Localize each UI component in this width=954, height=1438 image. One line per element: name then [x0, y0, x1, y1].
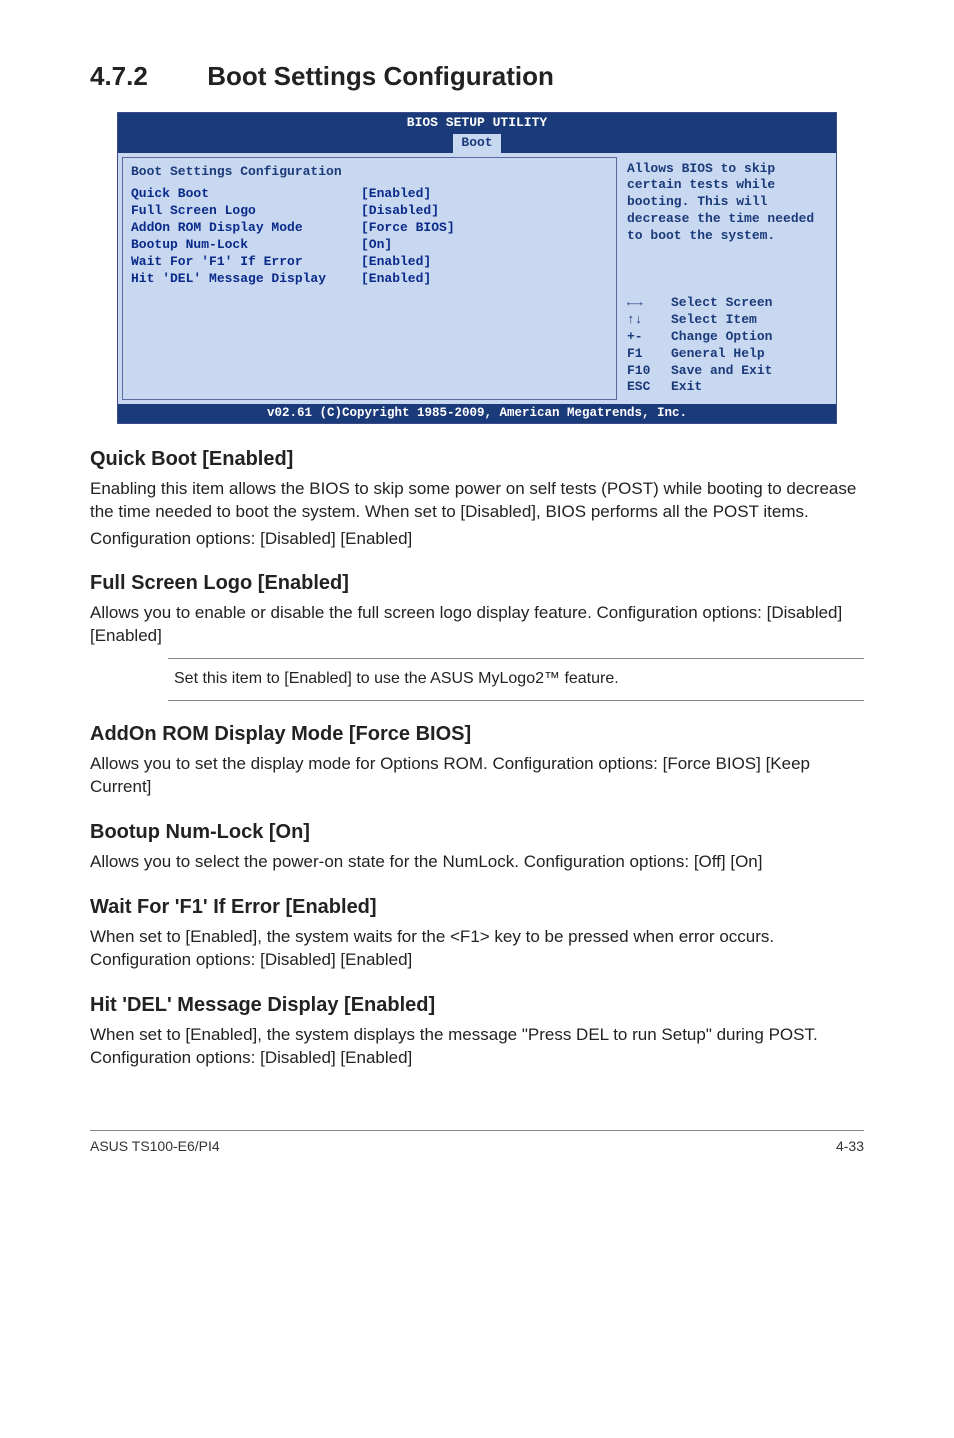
- paragraph: Allows you to select the power-on state …: [90, 851, 864, 874]
- bios-row-label: Quick Boot: [131, 186, 361, 203]
- subhead-numlock: Bootup Num-Lock [On]: [90, 819, 864, 845]
- nav-key: F1: [627, 346, 665, 363]
- note-callout: Set this item to [Enabled] to use the AS…: [150, 658, 864, 701]
- subhead-quick-boot: Quick Boot [Enabled]: [90, 446, 864, 472]
- paragraph: Configuration options: [Disabled] [Enabl…: [90, 528, 864, 551]
- bios-row: AddOn ROM Display Mode[Force BIOS]: [131, 220, 608, 237]
- nav-key: +-: [627, 329, 665, 346]
- subhead-wait-f1: Wait For 'F1' If Error [Enabled]: [90, 894, 864, 920]
- bios-header: BIOS SETUP UTILITY Boot: [118, 113, 836, 153]
- subhead-hit-del: Hit 'DEL' Message Display [Enabled]: [90, 992, 864, 1018]
- bios-title: BIOS SETUP UTILITY: [118, 115, 836, 132]
- section-heading: 4.7.2 Boot Settings Configuration: [90, 60, 864, 94]
- paragraph: Enabling this item allows the BIOS to sk…: [90, 478, 864, 524]
- nav-desc: Change Option: [671, 329, 772, 346]
- nav-key: ↑↓: [627, 312, 665, 329]
- nav-desc: Select Screen: [671, 295, 772, 312]
- page-footer: ASUS TS100-E6/PI4 4-33: [90, 1130, 864, 1155]
- bios-row-label: Hit 'DEL' Message Display: [131, 271, 361, 288]
- heading-title: Boot Settings Configuration: [207, 61, 554, 91]
- bios-right-pane: Allows BIOS to skip certain tests while …: [621, 153, 836, 405]
- bios-section-title: Boot Settings Configuration: [131, 164, 608, 181]
- nav-desc: Exit: [671, 379, 702, 396]
- nav-desc: General Help: [671, 346, 765, 363]
- bios-help-text: Allows BIOS to skip certain tests while …: [627, 161, 826, 245]
- bios-row-value: [Force BIOS]: [361, 220, 455, 237]
- bios-copyright: v02.61 (C)Copyright 1985-2009, American …: [118, 404, 836, 422]
- bios-row-label: Bootup Num-Lock: [131, 237, 361, 254]
- nav-desc: Select Item: [671, 312, 757, 329]
- bios-nav-row: ↑↓ Select Item: [627, 312, 826, 329]
- bios-row-value: [Enabled]: [361, 254, 431, 271]
- bios-row-label: Wait For 'F1' If Error: [131, 254, 361, 271]
- heading-number: 4.7.2: [90, 60, 200, 94]
- nav-desc: Save and Exit: [671, 363, 772, 380]
- bios-nav-row: ESC Exit: [627, 379, 826, 396]
- footer-page-number: 4-33: [836, 1137, 864, 1155]
- bios-nav-hints: ←→ Select Screen ↑↓ Select Item +- Change O…: [627, 295, 826, 396]
- footer-product: ASUS TS100-E6/PI4: [90, 1137, 220, 1155]
- bios-nav-row: ←→ Select Screen: [627, 295, 826, 312]
- paragraph: When set to [Enabled], the system displa…: [90, 1024, 864, 1070]
- bios-nav-row: +- Change Option: [627, 329, 826, 346]
- paragraph: When set to [Enabled], the system waits …: [90, 926, 864, 972]
- nav-key: ESC: [627, 379, 665, 396]
- note-text: Set this item to [Enabled] to use the AS…: [168, 658, 864, 701]
- bios-row: Quick Boot[Enabled]: [131, 186, 608, 203]
- subhead-addon-rom: AddOn ROM Display Mode [Force BIOS]: [90, 721, 864, 747]
- bios-tab-boot: Boot: [453, 134, 500, 153]
- bios-screenshot: BIOS SETUP UTILITY Boot Boot Settings Co…: [117, 112, 837, 424]
- nav-key: F10: [627, 363, 665, 380]
- bios-left-pane: Boot Settings Configuration Quick Boot[E…: [122, 157, 617, 401]
- bios-row: Hit 'DEL' Message Display[Enabled]: [131, 271, 608, 288]
- bios-row-value: [Enabled]: [361, 186, 431, 203]
- nav-key: ←→: [627, 295, 665, 312]
- paragraph: Allows you to set the display mode for O…: [90, 753, 864, 799]
- subhead-full-screen-logo: Full Screen Logo [Enabled]: [90, 570, 864, 596]
- bios-tabbar: Boot: [118, 132, 836, 153]
- bios-nav-row: F1 General Help: [627, 346, 826, 363]
- bios-row: Wait For 'F1' If Error[Enabled]: [131, 254, 608, 271]
- paragraph: Allows you to enable or disable the full…: [90, 602, 864, 648]
- bios-row-value: [Enabled]: [361, 271, 431, 288]
- bios-row: Full Screen Logo[Disabled]: [131, 203, 608, 220]
- bios-nav-row: F10 Save and Exit: [627, 363, 826, 380]
- bios-row-value: [On]: [361, 237, 392, 254]
- bios-row-label: AddOn ROM Display Mode: [131, 220, 361, 237]
- bios-row-value: [Disabled]: [361, 203, 439, 220]
- bios-row-label: Full Screen Logo: [131, 203, 361, 220]
- bios-row: Bootup Num-Lock[On]: [131, 237, 608, 254]
- bios-body: Boot Settings Configuration Quick Boot[E…: [118, 153, 836, 405]
